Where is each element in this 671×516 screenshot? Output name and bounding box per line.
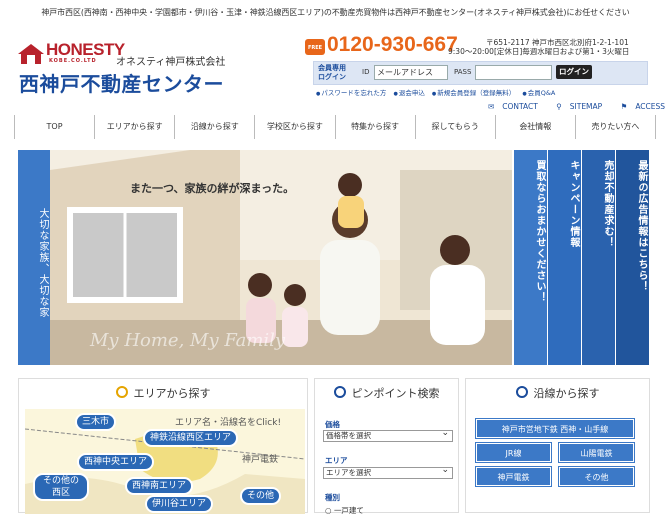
nav-feature[interactable]: 特集から探す bbox=[334, 115, 415, 139]
search-panels: エリアから探す エリア名・沿線名をClick! 三木市 神鉄沿線西区エリア 西神… bbox=[18, 378, 650, 516]
area-seishin-chuo[interactable]: 西神中央エリア bbox=[77, 453, 155, 471]
area-label: エリア bbox=[325, 456, 348, 465]
member-faq-link[interactable]: 会員Q&A bbox=[522, 89, 555, 97]
area-miki[interactable]: 三木市 bbox=[75, 413, 117, 431]
sitemap-icon: ⚲ bbox=[556, 102, 562, 111]
nav-top[interactable]: TOP bbox=[14, 115, 94, 139]
family-photo: また一つ、家族の絆が深まった。 My Home, My Family bbox=[50, 150, 512, 365]
tab-wanted[interactable]: 売却不動産求む！ bbox=[582, 150, 615, 365]
brand-name: HONESTY bbox=[46, 40, 125, 59]
forgot-password-link[interactable]: パスワードを忘れた方 bbox=[316, 89, 386, 97]
tab-campaign[interactable]: キャンペーン情報 bbox=[548, 150, 581, 365]
search-icon bbox=[115, 386, 128, 398]
nav-area[interactable]: エリアから探す bbox=[94, 115, 174, 139]
nav-school[interactable]: 学校区から探す bbox=[254, 115, 334, 139]
search-icon bbox=[333, 386, 346, 398]
hero-tagline: また一つ、家族の絆が深まった。 bbox=[130, 182, 295, 195]
utility-links: ✉ CONTACT ⚲ SITEMAP ⚑ ACCESS bbox=[488, 102, 671, 111]
walk-icon: ⚑ bbox=[620, 102, 628, 111]
member-login-form: 会員専用 ログイン ID メールアドレス PASS ログイン bbox=[313, 61, 648, 85]
password-field[interactable] bbox=[475, 65, 552, 80]
map-click-note: エリア名・沿線名をClick! bbox=[175, 418, 282, 428]
hero-script-text: My Home, My Family bbox=[90, 330, 286, 351]
login-button[interactable]: ログイン bbox=[556, 65, 592, 79]
area-shintetsu-nishi[interactable]: 神鉄沿線西区エリア bbox=[143, 429, 239, 447]
login-links: パスワードを忘れた方 退会申込 新規会員登録（登録無料） 会員Q&A bbox=[316, 87, 560, 97]
area-search-panel: エリアから探す エリア名・沿線名をClick! 三木市 神鉄沿線西区エリア 西神… bbox=[18, 378, 308, 514]
house-logo-icon bbox=[18, 44, 44, 64]
pass-label: PASS bbox=[454, 68, 472, 76]
email-field[interactable]: メールアドレス bbox=[374, 65, 448, 80]
phone-number[interactable]: 0120-930-667 bbox=[327, 33, 458, 57]
tab-latest-ads[interactable]: 最新の広告情報はこちら！ bbox=[616, 150, 649, 365]
pinpoint-header: ピンポイント検索 bbox=[315, 379, 458, 409]
login-title: 会員専用 ログイン bbox=[318, 64, 346, 81]
radio-icon: ○ bbox=[325, 506, 332, 515]
company-address: 〒651-2117 神戸市西区北別府1-2-1-101 bbox=[486, 38, 629, 47]
line-kobe-dentetsu-button[interactable]: 神戸電鉄 bbox=[475, 466, 552, 487]
price-label: 価格 bbox=[325, 420, 340, 429]
line-subway-button[interactable]: 神戸市営地下鉄 西神・山手線 bbox=[475, 418, 635, 439]
price-select[interactable]: 価格帯を選択 bbox=[323, 428, 453, 442]
line-search-panel: 沿線から探す 神戸市営地下鉄 西神・山手線 JR線 山陽電鉄 神戸電鉄 その他 bbox=[465, 378, 650, 513]
id-label: ID bbox=[362, 68, 370, 76]
area-other[interactable]: その他 bbox=[240, 487, 282, 505]
pinpoint-search-panel: ピンポイント検索 価格 価格帯を選択 エリア エリアを選択 種別 ○ 一戸建て bbox=[314, 378, 459, 516]
site-tagline: 神戸市西区(西神南・西神中央・学園都市・伊川谷・玉津・神鉄沿線西区エリア)の不動… bbox=[41, 8, 630, 17]
nav-sell[interactable]: 売りたい方へ bbox=[574, 115, 656, 139]
company-name-large: 西神戸不動産センター bbox=[19, 72, 224, 96]
register-link[interactable]: 新規会員登録（登録無料） bbox=[432, 89, 515, 97]
area-seishin-minami[interactable]: 西神南エリア bbox=[125, 477, 194, 495]
line-sanyo-button[interactable]: 山陽電鉄 bbox=[558, 442, 635, 463]
line-panel-header: 沿線から探す bbox=[466, 379, 649, 409]
area-select[interactable]: エリアを選択 bbox=[323, 465, 453, 479]
type-label: 種別 bbox=[325, 493, 340, 502]
site-logo[interactable]: HONESTY KOBE.CO.LTD オネスティ神戸株式会社 西神戸不動産セン… bbox=[16, 40, 236, 96]
brand-sub: KOBE.CO.LTD bbox=[49, 58, 97, 64]
search-icon bbox=[515, 386, 528, 398]
area-ikawadani[interactable]: 伊川谷エリア bbox=[145, 495, 214, 513]
access-link[interactable]: ⚑ ACCESS bbox=[621, 102, 671, 111]
type-option-house[interactable]: ○ 一戸建て bbox=[325, 505, 364, 516]
hero-side-label: 大切な家族、大切な家 bbox=[18, 150, 50, 365]
sitemap-link[interactable]: ⚲ SITEMAP bbox=[556, 102, 610, 111]
mail-icon: ✉ bbox=[488, 102, 495, 111]
area-panel-header: エリアから探す bbox=[19, 379, 307, 409]
global-nav: TOP エリアから探す 沿線から探す 学校区から探す 特集から探す 探してもらう… bbox=[14, 115, 656, 139]
nav-request[interactable]: 探してもらう bbox=[414, 115, 495, 139]
tab-buyback[interactable]: 買取ならおまかせください！ bbox=[514, 150, 547, 365]
line-other-button[interactable]: その他 bbox=[558, 466, 635, 487]
line-jr-button[interactable]: JR線 bbox=[475, 442, 552, 463]
nav-company[interactable]: 会社情報 bbox=[494, 115, 575, 139]
company-name-small: オネスティ神戸株式会社 bbox=[116, 57, 226, 68]
withdraw-link[interactable]: 退会申込 bbox=[393, 89, 424, 97]
area-kobe-dentetsu[interactable]: 神戸電鉄 bbox=[237, 453, 283, 467]
area-map: エリア名・沿線名をClick! 三木市 神鉄沿線西区エリア 西神中央エリア 神戸… bbox=[25, 409, 305, 514]
area-other-nishi[interactable]: その他の西区 bbox=[33, 473, 89, 501]
nav-line[interactable]: 沿線から探す bbox=[174, 115, 254, 139]
hero-banner: 大切な家族、大切な家 また一つ、家族の絆が深まった。 My Home, My F… bbox=[18, 150, 650, 365]
free-dial-badge: FREE bbox=[305, 39, 325, 55]
contact-link[interactable]: ✉ CONTACT bbox=[488, 102, 546, 111]
